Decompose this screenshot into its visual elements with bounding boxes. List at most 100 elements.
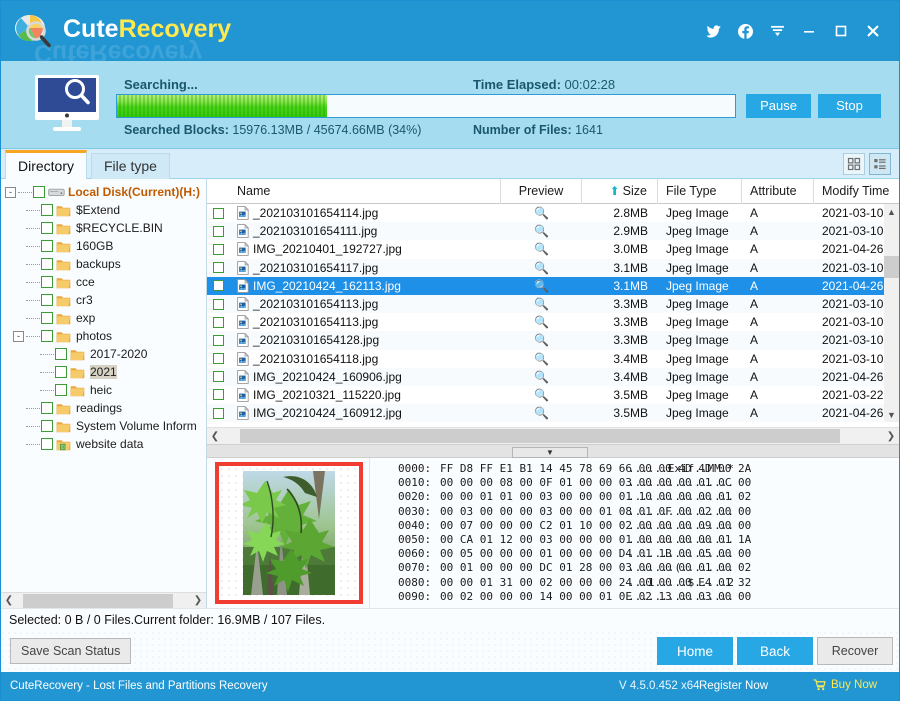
- tree-node[interactable]: $Extend: [5, 201, 206, 219]
- row-checkbox[interactable]: [212, 371, 224, 383]
- table-row[interactable]: _202103101654118.jpg 🔍 3.4MB Jpeg Image A 202…: [207, 350, 884, 368]
- tree-expander-icon[interactable]: -: [5, 186, 16, 198]
- menu-icon[interactable]: [761, 16, 793, 46]
- preview-search-icon[interactable]: 🔍: [534, 279, 549, 293]
- tree-checkbox[interactable]: [41, 420, 53, 432]
- facebook-icon[interactable]: [729, 16, 761, 46]
- tree-node-root[interactable]: - Local Disk(Current)(H:): [5, 183, 206, 201]
- header-select-all-checkbox[interactable]: [207, 179, 229, 204]
- tree-node[interactable]: exp: [5, 309, 206, 327]
- stop-button[interactable]: Stop: [818, 94, 881, 118]
- cell-preview[interactable]: 🔍: [501, 277, 582, 295]
- tree-node[interactable]: System Volume Inform: [5, 417, 206, 435]
- preview-search-icon[interactable]: 🔍: [534, 297, 549, 311]
- cell-preview[interactable]: 🔍: [501, 404, 582, 422]
- hscroll-left-icon[interactable]: ❮: [207, 428, 223, 444]
- column-header-size[interactable]: ⬆ Size: [582, 178, 658, 204]
- splitter-collapse-icon[interactable]: ▼: [512, 447, 588, 458]
- file-list-hscroll-track[interactable]: [223, 428, 883, 444]
- row-checkbox[interactable]: [212, 389, 224, 401]
- preview-search-icon[interactable]: 🔍: [534, 242, 549, 256]
- tree-node[interactable]: website data: [5, 435, 206, 453]
- tree-checkbox[interactable]: [55, 384, 67, 396]
- column-header-name[interactable]: Name: [229, 178, 501, 204]
- tree-expander-icon[interactable]: -: [13, 330, 24, 342]
- row-checkbox-cell[interactable]: [207, 240, 229, 258]
- cell-preview[interactable]: 🔍: [501, 313, 582, 331]
- row-checkbox[interactable]: [212, 225, 224, 237]
- table-row[interactable]: IMG_20210401_192727.jpg 🔍 3.0MB Jpeg Image A…: [207, 240, 884, 258]
- tree-checkbox[interactable]: [41, 402, 53, 414]
- column-header-attribute[interactable]: Attribute: [742, 178, 814, 204]
- tree-horizontal-scrollbar[interactable]: ❮ ❯: [1, 592, 206, 608]
- table-row[interactable]: _202103101654111.jpg 🔍 2.9MB Jpeg Image A 202…: [207, 222, 884, 241]
- home-button[interactable]: Home: [657, 637, 733, 665]
- row-checkbox-cell[interactable]: [207, 204, 229, 222]
- preview-search-icon[interactable]: 🔍: [534, 224, 549, 238]
- table-row[interactable]: IMG_20210424_160912.jpg 🔍 3.5MB Jpeg Image A…: [207, 404, 884, 422]
- hscroll-right-icon[interactable]: ❯: [883, 428, 899, 444]
- row-checkbox[interactable]: [212, 298, 224, 310]
- tree-node[interactable]: readings: [5, 399, 206, 417]
- tab-directory[interactable]: Directory: [5, 150, 88, 179]
- file-list-horizontal-scrollbar[interactable]: ❮ ❯: [207, 427, 899, 444]
- tree-node[interactable]: 2017-2020: [5, 345, 206, 363]
- row-checkbox-cell[interactable]: [207, 368, 229, 386]
- tree-scroll-thumb[interactable]: [23, 593, 173, 608]
- recover-button[interactable]: Recover: [817, 637, 893, 665]
- preview-search-icon[interactable]: 🔍: [534, 388, 549, 402]
- table-row[interactable]: _202103101654114.jpg 🔍 2.8MB Jpeg Image A 202…: [207, 204, 884, 222]
- preview-search-icon[interactable]: 🔍: [534, 261, 549, 275]
- row-checkbox-cell[interactable]: [207, 295, 229, 313]
- cell-preview[interactable]: 🔍: [501, 350, 582, 368]
- scroll-up-icon[interactable]: ▲: [884, 204, 899, 219]
- row-checkbox-cell[interactable]: [207, 404, 229, 422]
- row-checkbox[interactable]: [212, 407, 224, 419]
- cell-preview[interactable]: 🔍: [501, 204, 582, 222]
- table-row[interactable]: _202103101654128.jpg 🔍 3.3MB Jpeg Image A 202…: [207, 331, 884, 350]
- pause-button[interactable]: Pause: [746, 94, 811, 118]
- preview-search-icon[interactable]: 🔍: [534, 406, 549, 420]
- preview-search-icon[interactable]: 🔍: [534, 370, 549, 384]
- maximize-icon[interactable]: [825, 16, 857, 46]
- row-checkbox[interactable]: [212, 262, 224, 274]
- tree-checkbox[interactable]: [41, 438, 53, 450]
- row-checkbox[interactable]: [212, 243, 224, 255]
- tree-checkbox[interactable]: [41, 330, 53, 342]
- file-list-hscroll-thumb[interactable]: [240, 429, 840, 443]
- back-button[interactable]: Back: [737, 637, 813, 665]
- scroll-right-icon[interactable]: ❯: [190, 593, 206, 609]
- cell-preview[interactable]: 🔍: [501, 386, 582, 404]
- tree-checkbox[interactable]: [41, 294, 53, 306]
- register-now-link[interactable]: Register Now: [699, 680, 768, 692]
- preview-search-icon[interactable]: 🔍: [534, 352, 549, 366]
- table-row[interactable]: IMG_20210321_115220.jpg 🔍 3.5MB Jpeg Image A…: [207, 386, 884, 404]
- preview-search-icon[interactable]: 🔍: [534, 333, 549, 347]
- tree-checkbox[interactable]: [55, 348, 67, 360]
- column-header-preview[interactable]: Preview: [501, 178, 582, 204]
- preview-image[interactable]: [243, 471, 335, 595]
- tree-node[interactable]: 2021: [5, 363, 206, 381]
- tree-checkbox[interactable]: [41, 204, 53, 216]
- tree-scroll-track[interactable]: [17, 592, 190, 608]
- cell-preview[interactable]: 🔍: [501, 259, 582, 277]
- tree-checkbox[interactable]: [41, 276, 53, 288]
- row-checkbox-cell[interactable]: [207, 313, 229, 331]
- row-checkbox-cell[interactable]: [207, 386, 229, 404]
- row-checkbox-cell[interactable]: [207, 350, 229, 368]
- panel-splitter[interactable]: ▼: [207, 444, 899, 458]
- table-row[interactable]: _202103101654113.jpg 🔍 3.3MB Jpeg Image A 202…: [207, 313, 884, 331]
- tree-checkbox[interactable]: [41, 258, 53, 270]
- tree-node[interactable]: - photos: [5, 327, 206, 345]
- tree-node[interactable]: $RECYCLE.BIN: [5, 219, 206, 237]
- row-checkbox[interactable]: [212, 316, 224, 328]
- row-checkbox-cell[interactable]: [207, 331, 229, 349]
- preview-search-icon[interactable]: 🔍: [534, 206, 549, 220]
- scroll-down-icon[interactable]: ▼: [884, 407, 899, 422]
- tree-checkbox[interactable]: [55, 366, 67, 378]
- tree-checkbox[interactable]: [41, 240, 53, 252]
- close-icon[interactable]: [857, 16, 889, 46]
- table-row[interactable]: IMG_20210424_162113.jpg 🔍 3.1MB Jpeg Image A…: [207, 276, 884, 295]
- cell-preview[interactable]: 🔍: [501, 331, 582, 349]
- row-checkbox[interactable]: [212, 334, 224, 346]
